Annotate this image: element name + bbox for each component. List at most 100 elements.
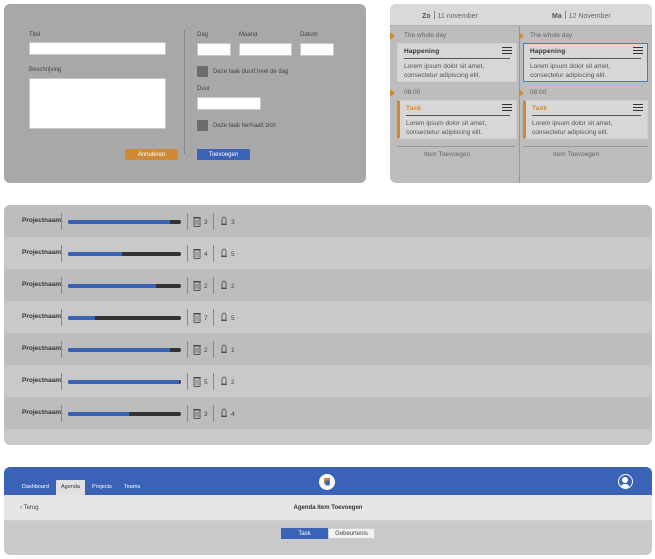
tab-task[interactable]: Task — [281, 528, 328, 539]
project-name: Projectnaam — [22, 217, 62, 224]
task-title: Task — [406, 105, 422, 112]
task-count: 3 — [193, 216, 208, 229]
event-card-selected[interactable]: Happening Lorem ipsum dolor sit amet, co… — [523, 43, 648, 82]
event-title: Happening — [404, 48, 440, 55]
divider — [187, 373, 188, 390]
app-screen-panel: Dashboard Agenda Projects Teams ‹ Terug … — [4, 467, 652, 555]
menu-icon[interactable] — [633, 104, 643, 112]
time-marker — [519, 89, 524, 97]
project-row[interactable]: Projectnaam 2 1 — [4, 333, 652, 365]
member-count: 2 — [220, 280, 235, 293]
divider — [187, 405, 188, 422]
bell-icon — [220, 376, 228, 389]
project-row[interactable]: Projectnaam 3 4 — [4, 397, 652, 429]
add-item-link[interactable]: Item Toevoegen — [553, 151, 599, 158]
divider — [213, 373, 214, 390]
project-row[interactable]: Projectnaam 7 5 — [4, 301, 652, 333]
project-list-panel: Projectnaam 3 3 Projectnaam 4 5 Projectnaam 2 2 P… — [4, 205, 652, 445]
nav-agenda[interactable]: Agenda — [56, 480, 85, 495]
progress-fill — [68, 348, 170, 352]
task-count: 5 — [193, 376, 208, 389]
card-divider — [406, 115, 510, 116]
task-form-panel: Titel Beschrijving Dag Maand Datum Deze … — [4, 4, 366, 183]
progress-bar — [68, 220, 181, 224]
event-description: Lorem ipsum dolor sit amet, consectetur … — [530, 63, 611, 79]
user-avatar-icon[interactable] — [618, 474, 633, 489]
task-title: Task — [532, 105, 548, 112]
progress-bar — [68, 348, 181, 352]
duration-input[interactable] — [197, 97, 261, 110]
calendar-header: Zo 11 november Ma 12 November — [390, 4, 652, 26]
date-input[interactable] — [300, 43, 334, 56]
divider — [187, 309, 188, 326]
title-input[interactable] — [29, 42, 166, 55]
month-input[interactable] — [239, 43, 292, 56]
progress-bar — [68, 316, 181, 320]
progress-fill — [68, 380, 179, 384]
task-card[interactable]: Task Lorem ipsum dolor sit amet, consect… — [397, 100, 517, 139]
day-header-1: Zo 11 november — [422, 11, 478, 20]
card-divider — [532, 115, 641, 116]
progress-bar — [68, 380, 181, 384]
add-divider — [523, 146, 648, 147]
divider — [187, 277, 188, 294]
calendar-column-divider — [519, 26, 520, 183]
day-label: Dag — [197, 32, 209, 38]
divider — [61, 405, 62, 422]
tab-event[interactable]: Gebeurtenis — [328, 528, 375, 539]
nav-dashboard[interactable]: Dashboard — [22, 484, 49, 490]
add-item-link[interactable]: Item Toevoegen — [424, 151, 470, 158]
card-divider — [530, 58, 641, 59]
member-count: 1 — [220, 344, 235, 357]
cancel-button[interactable]: Annuleren — [125, 149, 178, 160]
time-marker — [390, 89, 395, 97]
progress-fill — [68, 252, 123, 256]
bell-icon — [220, 408, 228, 421]
divider — [187, 341, 188, 358]
add-divider — [397, 146, 515, 147]
add-button[interactable]: Toevoegen — [197, 149, 250, 160]
bell-icon — [220, 280, 228, 293]
day-input[interactable] — [197, 43, 231, 56]
event-card[interactable]: Happening Lorem ipsum dolor sit amet, co… — [397, 43, 517, 82]
task-card[interactable]: Task Lorem ipsum dolor sit amet, consect… — [523, 100, 648, 139]
project-row[interactable]: Projectnaam 4 5 — [4, 237, 652, 269]
title-label: Titel — [29, 32, 41, 38]
member-count: 3 — [220, 216, 235, 229]
event-title: Happening — [530, 48, 566, 55]
bell-icon — [220, 344, 228, 357]
trash-icon — [193, 376, 201, 389]
allday-marker — [390, 32, 395, 40]
project-row[interactable]: Projectnaam 3 3 — [4, 205, 652, 237]
task-count: 4 — [193, 248, 208, 261]
card-divider — [404, 58, 510, 59]
divider — [61, 309, 62, 326]
project-row[interactable]: Projectnaam 2 2 — [4, 269, 652, 301]
project-name: Projectnaam — [22, 409, 62, 416]
allday-label: Deze taak duurt heel de dag — [213, 69, 289, 75]
sub-header-bar: ‹ Terug Agenda Item Toevoegen — [4, 495, 652, 521]
task-count: 2 — [193, 280, 208, 293]
allday-checkbox[interactable] — [197, 66, 208, 77]
allday-section-label: The whole day — [530, 32, 573, 39]
menu-icon[interactable] — [633, 47, 643, 55]
repeat-checkbox[interactable] — [197, 120, 208, 131]
description-textarea[interactable] — [29, 78, 166, 129]
nav-teams[interactable]: Teams — [124, 484, 140, 490]
divider — [61, 245, 62, 262]
project-name: Projectnaam — [22, 249, 62, 256]
menu-icon[interactable] — [502, 104, 512, 112]
project-name: Projectnaam — [22, 281, 62, 288]
page-title: Agenda Item Toevoegen — [293, 505, 363, 511]
date-label: Datum — [300, 32, 318, 38]
project-row[interactable]: Projectnaam 5 2 — [4, 365, 652, 397]
member-count: 2 — [220, 376, 235, 389]
divider — [213, 213, 214, 230]
trash-icon — [193, 344, 201, 357]
menu-icon[interactable] — [502, 47, 512, 55]
nav-projects[interactable]: Projects — [92, 484, 112, 490]
allday-marker — [519, 32, 524, 40]
top-nav-bar: Dashboard Agenda Projects Teams — [4, 467, 652, 495]
time-label: 08:00 — [404, 89, 421, 96]
divider — [61, 373, 62, 390]
